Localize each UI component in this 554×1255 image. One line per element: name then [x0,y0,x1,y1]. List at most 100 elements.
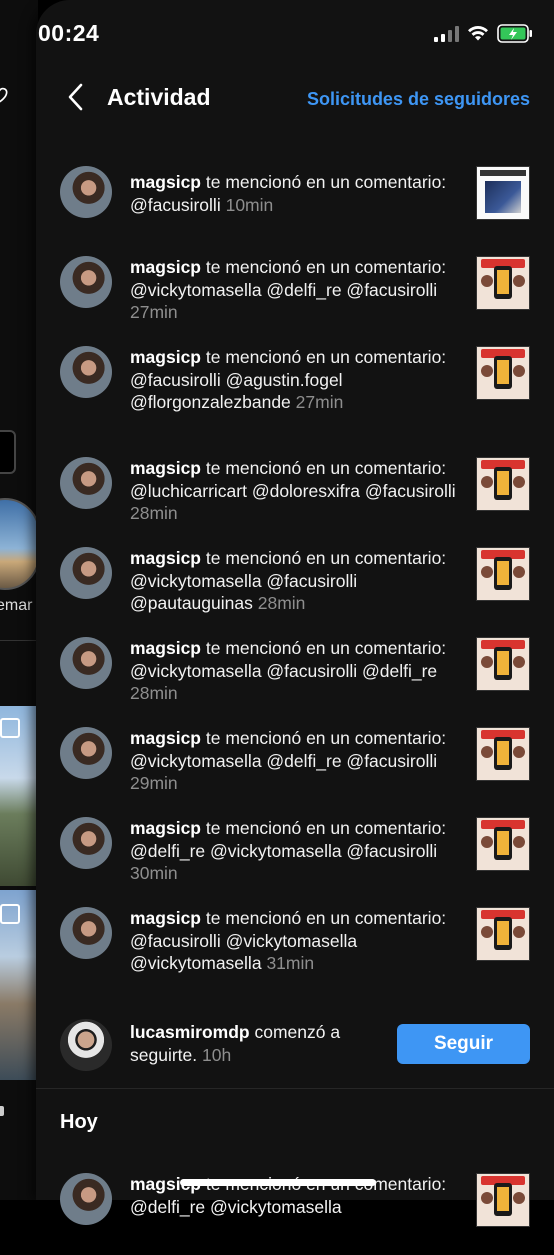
activity-action: te mencionó en un comentario: [205,728,447,748]
select-checkbox [0,904,20,924]
activity-action: te mencionó en un comentario: [205,548,447,568]
activity-action: te mencionó en un comentario: [205,908,447,928]
section-header: Hoy [36,1089,554,1155]
activity-time: 28min [130,683,178,703]
status-bar: 00:24 [0,0,554,64]
activity-action: te mencionó en un comentario: [205,638,447,658]
select-checkbox [0,718,20,738]
activity-action: te mencionó en un comentario: [205,818,447,838]
activity-username[interactable]: magsicp [130,347,201,367]
activity-time: 29min [130,773,178,793]
post-thumbnail[interactable] [476,727,530,781]
activity-time: 30min [130,863,178,883]
user-avatar[interactable] [60,256,112,308]
user-avatar[interactable] [60,346,112,398]
cellular-signal-icon [434,26,459,42]
activity-action: te mencionó en un comentario: [205,458,447,478]
background-card [0,430,16,474]
post-thumbnail[interactable] [476,457,530,511]
post-thumbnail[interactable] [476,637,530,691]
follow-row[interactable]: lucasmiromdp comenzó a seguirte. 10h Seg… [36,997,554,1089]
activity-mentions: @vickytomasella @facusirolli @pautauguin… [130,570,358,614]
activity-text: magsicp te mencionó en un comentario: @f… [130,346,464,414]
user-avatar[interactable] [60,457,112,509]
activity-row[interactable]: magsicp te mencionó en un comentario: @v… [36,529,554,619]
background-app: emar [0,0,38,1200]
heart-icon [0,87,8,103]
activity-row[interactable]: magsicp te mencionó en un comentario: @l… [36,439,554,529]
user-avatar[interactable] [60,166,112,218]
post-thumbnail[interactable] [476,817,530,871]
activity-action: te mencionó en un comentario: [205,257,447,277]
user-avatar[interactable] [60,637,112,689]
user-avatar[interactable] [60,817,112,869]
activity-time: 28min [130,503,178,523]
activity-time: 27min [295,392,344,412]
back-chevron-icon[interactable] [64,82,88,112]
follow-requests-link[interactable]: Solicitudes de seguidores [307,89,530,110]
activity-time: 31min [266,953,315,973]
background-story-avatar [0,498,38,590]
activity-username[interactable]: magsicp [130,458,201,478]
activity-time: 28min [257,593,306,613]
background-mark [0,1106,4,1116]
activity-mentions: @vickytomasella @facusirolli @delfi_re [130,660,438,681]
activity-mentions: @vickytomasella @delfi_re @facusirolli [130,279,438,300]
activity-mentions: @facusirolli @vickytomasella @vickytomas… [130,930,358,974]
activity-action: te mencionó en un comentario: [205,347,447,367]
activity-row[interactable]: magsicp te mencionó en un comentario: @f… [36,328,554,439]
activity-text: magsicp te mencionó en un comentario: @f… [130,907,464,975]
activity-text: magsicp te mencionó en un comentario: @v… [130,256,464,324]
background-divider [0,640,38,641]
post-thumbnail[interactable] [476,346,530,400]
user-avatar[interactable] [60,547,112,599]
activity-mentions: @luchicarricart @doloresxifra @facusirol… [130,480,456,501]
battery-charging-icon [497,24,532,43]
activity-text: magsicp te mencionó en un comentario: @l… [130,457,464,525]
activity-row[interactable]: magsicp te mencionó en un comentario: @v… [36,709,554,799]
activity-text: magsicp te mencionó en un comentario: @v… [130,727,464,795]
activity-row[interactable]: magsicp te mencionó en un comentario: @f… [36,889,554,997]
activity-username[interactable]: magsicp [130,172,201,192]
activity-text: magsicp te mencionó en un comentario: @f… [130,171,464,216]
post-thumbnail[interactable] [476,1173,530,1227]
activity-username[interactable]: lucasmiromdp [130,1022,250,1042]
activity-list: magsicp te mencionó en un comentario: @f… [36,148,554,1255]
activity-row[interactable]: magsicp te mencionó en un comentario: @d… [36,799,554,889]
user-avatar[interactable] [60,907,112,959]
activity-time: 10min [225,194,274,215]
activity-text: magsicp te mencionó en un comentario: @v… [130,637,464,705]
section-title-today: Hoy [60,1111,98,1133]
activity-action: te mencionó en un comentario: [205,172,447,192]
user-avatar[interactable] [60,727,112,779]
post-thumbnail[interactable] [476,547,530,601]
activity-row[interactable]: magsicp te mencionó en un comentario: @f… [36,148,554,238]
status-time: 00:24 [38,20,100,46]
activity-text: magsicp te mencionó en un comentario: @v… [130,547,464,615]
activity-text: lucasmiromdp comenzó a seguirte. 10h [130,1021,390,1066]
activity-username[interactable]: magsicp [130,638,201,658]
activity-username[interactable]: magsicp [130,548,201,568]
activity-mentions: @facusirolli [130,194,221,215]
post-thumbnail[interactable] [476,907,530,961]
activity-header: Actividad Solicitudes de seguidores [36,72,554,124]
activity-time: 10h [202,1044,232,1065]
wifi-icon [468,25,488,41]
user-avatar[interactable] [60,1173,112,1225]
home-indicator [180,1179,376,1186]
activity-mentions: @delfi_re @vickytomasella @facusirolli [130,840,438,861]
user-avatar[interactable] [60,1019,112,1071]
activity-row[interactable]: magsicp te mencionó en un comentario: @d… [36,1155,554,1255]
activity-username[interactable]: magsicp [130,908,201,928]
activity-username[interactable]: magsicp [130,818,201,838]
activity-username[interactable]: magsicp [130,728,201,748]
background-story-label: emar [0,597,33,614]
post-thumbnail[interactable] [476,256,530,310]
activity-row[interactable]: magsicp te mencionó en un comentario: @v… [36,619,554,709]
activity-text: magsicp te mencionó en un comentario: @d… [130,817,464,885]
activity-username[interactable]: magsicp [130,257,201,277]
activity-mentions: @vickytomasella @delfi_re @facusirolli [130,750,438,771]
activity-row[interactable]: magsicp te mencionó en un comentario: @v… [36,238,554,328]
follow-button[interactable]: Seguir [397,1024,530,1064]
post-thumbnail[interactable] [476,166,530,220]
